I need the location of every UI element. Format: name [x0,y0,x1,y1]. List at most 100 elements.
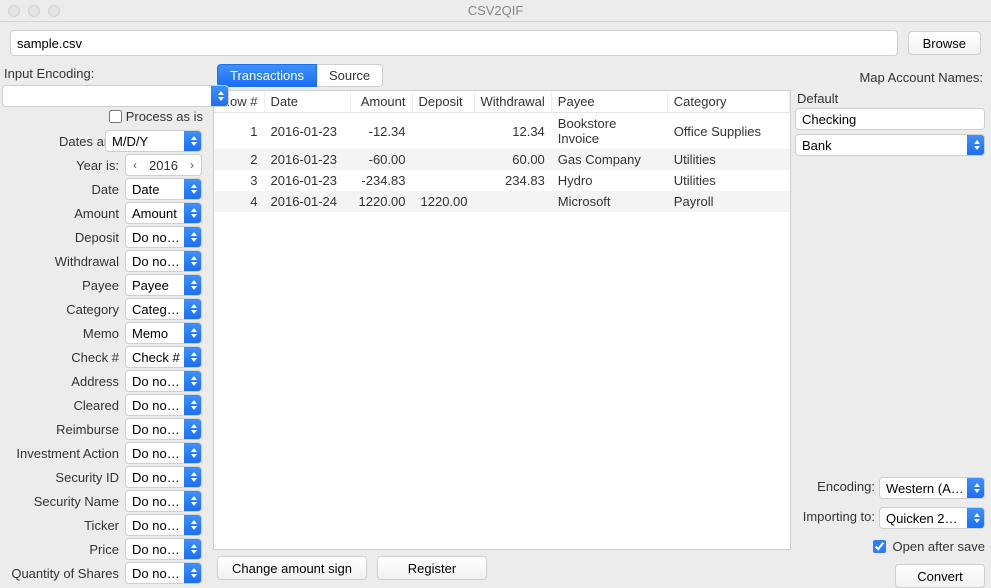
col-category[interactable]: Category [667,91,789,113]
table-cell: 1220.00 [412,191,474,212]
open-after-save-checkbox[interactable] [873,540,886,553]
export-encoding-select[interactable]: Western (ANSI) [879,477,985,499]
change-amount-sign-button[interactable]: Change amount sign [217,556,367,580]
table-cell: 12.34 [474,113,551,150]
titlebar: CSV2QIF [0,0,991,22]
col-withdrawal[interactable]: Withdrawal [474,91,551,113]
mapping-select[interactable]: Amount [125,202,202,224]
mapping-label: Investment Action [0,446,123,461]
table-cell: -234.83 [350,170,412,191]
table-row[interactable]: 12016-01-23-12.34 12.34Bookstore InvoiceO… [214,113,790,150]
mapping-select[interactable]: Check # [125,346,202,368]
mapping-select[interactable]: Do not use [125,442,202,464]
window-controls [8,5,60,17]
mapping-select[interactable]: Do not use [125,394,202,416]
table-cell: Office Supplies [667,113,789,150]
importing-to-select[interactable]: Quicken 2014 [879,507,985,529]
table-cell [412,149,474,170]
file-path-input[interactable] [10,30,898,56]
mapping-label: Check # [0,350,123,365]
convert-button[interactable]: Convert [895,564,985,588]
mapping-select[interactable]: Do not use [125,466,202,488]
tab-transactions[interactable]: Transactions [217,64,317,87]
minimize-icon[interactable] [28,5,40,17]
mapping-label: Quantity of Shares [0,566,123,581]
table-cell: Hydro [551,170,667,191]
zoom-icon[interactable] [48,5,60,17]
year-decrement-button[interactable]: ‹ [126,155,144,175]
col-deposit[interactable]: Deposit [412,91,474,113]
table-row[interactable]: 22016-01-23-60.0060.00Gas CompanyUtiliti… [214,149,790,170]
mapping-select[interactable]: Do not use [125,514,202,536]
mapping-select[interactable]: Do not use [125,370,202,392]
input-encoding-label: Input Encoding: [0,64,209,85]
tab-source[interactable]: Source [317,64,383,87]
mapping-label: Memo [0,326,123,341]
mapping-select[interactable]: Do not use [125,490,202,512]
browse-button[interactable]: Browse [908,31,981,55]
col-payee[interactable]: Payee [551,91,667,113]
mapping-label: Payee [0,278,123,293]
mapping-label: Withdrawal [0,254,123,269]
default-account-label: Default [795,91,985,108]
year-stepper[interactable]: ‹ 2016 › [125,154,202,176]
close-icon[interactable] [8,5,20,17]
table-cell [412,170,474,191]
left-sidebar: Input Encoding: Process as is Dates are:… [0,64,213,588]
table-cell: 3 [214,170,264,191]
mapping-label: Address [0,374,123,389]
table-cell: 1 [214,113,264,150]
table-cell: 4 [214,191,264,212]
table-cell: 2016-01-23 [264,113,350,150]
table-cell: 2016-01-24 [264,191,350,212]
mapping-select[interactable]: Do not use [125,226,202,248]
input-encoding-select[interactable] [2,85,229,107]
table-cell: Gas Company [551,149,667,170]
window-title: CSV2QIF [8,3,983,18]
table-cell: 2016-01-23 [264,170,350,191]
mapping-label: Date [0,182,123,197]
mapping-select[interactable]: Payee [125,274,202,296]
table-cell: Payroll [667,191,789,212]
process-as-is-label: Process as is [126,109,203,124]
mapping-label: Reimburse [0,422,123,437]
mapping-label: Cleared [0,398,123,413]
mapping-select[interactable]: Category [125,298,202,320]
mapping-select[interactable]: Date [125,178,202,200]
mapping-label: Amount [0,206,123,221]
table-cell: 2016-01-23 [264,149,350,170]
mapping-select[interactable]: Do not use [125,418,202,440]
mapping-label: Ticker [0,518,123,533]
table-cell: Bookstore Invoice [551,113,667,150]
table-row[interactable]: 32016-01-23-234.83234.83HydroUtilities [214,170,790,191]
col-date[interactable]: Date [264,91,350,113]
mapping-label: Price [0,542,123,557]
mapping-select[interactable]: Memo [125,322,202,344]
year-value: 2016 [144,158,183,173]
default-account-input[interactable] [795,108,985,130]
table-header-row: Row # Date Amount Deposit Withdrawal Pay… [214,91,790,113]
year-is-label: Year is: [0,158,123,173]
mapping-label: Security Name [0,494,123,509]
table-cell: -12.34 [350,113,412,150]
account-type-select[interactable]: Bank [795,134,985,156]
year-increment-button[interactable]: › [183,155,201,175]
transactions-table-wrap[interactable]: Row # Date Amount Deposit Withdrawal Pay… [213,90,791,550]
mapping-label: Deposit [0,230,123,245]
dates-are-select[interactable]: M/D/Y [105,130,202,152]
table-cell: 1220.00 [350,191,412,212]
export-encoding-label: Encoding: [817,479,875,494]
importing-to-label: Importing to: [803,509,875,524]
table-cell: Microsoft [551,191,667,212]
process-as-is-checkbox[interactable] [109,110,122,123]
mapping-label: Category [0,302,123,317]
mapping-select[interactable]: Do not use [125,250,202,272]
table-cell [412,113,474,150]
register-button[interactable]: Register [377,556,487,580]
col-amount[interactable]: Amount [350,91,412,113]
open-after-save-label: Open after save [893,539,986,554]
table-row[interactable]: 42016-01-241220.001220.00MicrosoftPayrol… [214,191,790,212]
mapping-label: Security ID [0,470,123,485]
mapping-select[interactable]: Do not use [125,538,202,560]
table-cell [474,191,551,212]
